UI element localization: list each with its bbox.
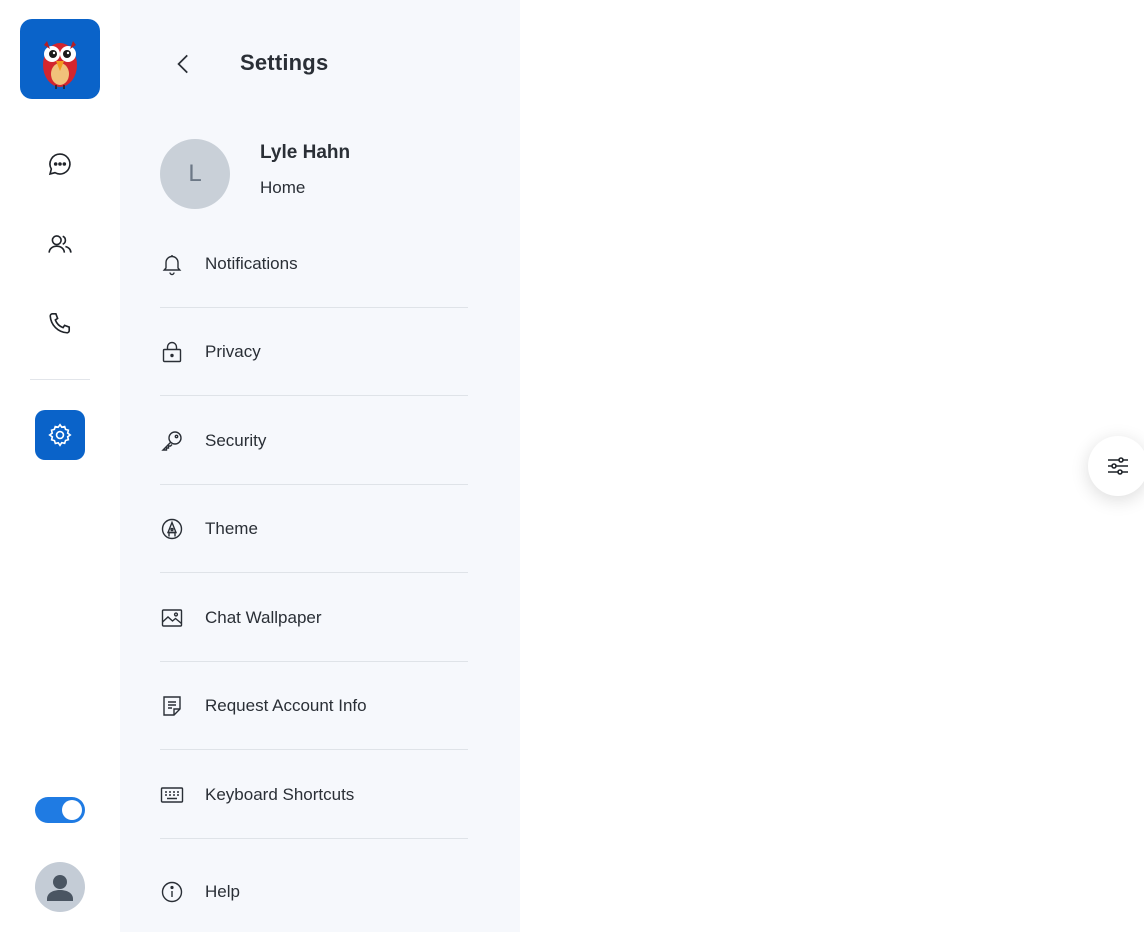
keyboard-icon (160, 783, 184, 807)
lock-icon (160, 340, 184, 364)
menu-item-privacy[interactable]: Privacy (160, 308, 468, 396)
nav-rail (0, 0, 120, 932)
back-button[interactable] (168, 48, 200, 80)
document-icon (160, 694, 184, 718)
bell-icon (160, 252, 184, 276)
nav-settings-button[interactable] (35, 410, 85, 460)
divider (160, 572, 468, 573)
users-icon (48, 235, 72, 253)
menu-item-label: Security (205, 431, 267, 450)
phone-icon (49, 312, 71, 334)
owl-mascot-icon (43, 41, 77, 89)
menu-item-label: Privacy (205, 342, 261, 361)
menu-item-label: Keyboard Shortcuts (205, 785, 355, 804)
menu-item-label: Request Account Info (205, 696, 367, 715)
menu-item-security[interactable]: Security (160, 397, 468, 485)
divider (160, 749, 468, 750)
menu-item-label: Chat Wallpaper (205, 608, 322, 627)
nav-calls-button[interactable] (35, 298, 85, 348)
user-avatar-button[interactable] (35, 862, 85, 912)
info-icon (160, 880, 184, 904)
gear-icon (48, 423, 72, 447)
chevron-left-icon (177, 54, 188, 74)
menu-item-notifications[interactable]: Notifications (160, 220, 468, 308)
toggle-knob (62, 800, 82, 820)
page-title: Settings (240, 50, 329, 75)
key-icon (160, 429, 184, 453)
menu-item-request-account-info[interactable]: Request Account Info (160, 662, 468, 750)
nav-chats-button[interactable] (35, 139, 85, 189)
person-icon (47, 875, 73, 901)
rail-divider (30, 379, 90, 380)
profile-status: Home (260, 178, 306, 197)
divider (160, 838, 468, 839)
image-icon (160, 606, 184, 630)
profile-avatar[interactable]: L (160, 139, 230, 209)
filter-button[interactable] (1088, 436, 1144, 496)
menu-item-label: Notifications (205, 254, 298, 273)
menu-item-theme[interactable]: Theme (160, 485, 468, 573)
app-logo[interactable] (20, 19, 100, 99)
chat-bubble-icon (48, 153, 71, 176)
nav-contacts-button[interactable] (35, 219, 85, 269)
menu-item-label: Help (205, 882, 240, 901)
menu-item-help[interactable]: Help (160, 848, 468, 932)
menu-item-chat-wallpaper[interactable]: Chat Wallpaper (160, 574, 468, 662)
divider (160, 395, 468, 396)
sliders-icon (1108, 457, 1128, 475)
theme-toggle[interactable] (35, 797, 85, 823)
profile-name: Lyle Hahn (260, 142, 351, 163)
menu-item-keyboard-shortcuts[interactable]: Keyboard Shortcuts (160, 751, 468, 839)
pen-nib-icon (160, 517, 184, 541)
menu-item-label: Theme (205, 519, 258, 538)
